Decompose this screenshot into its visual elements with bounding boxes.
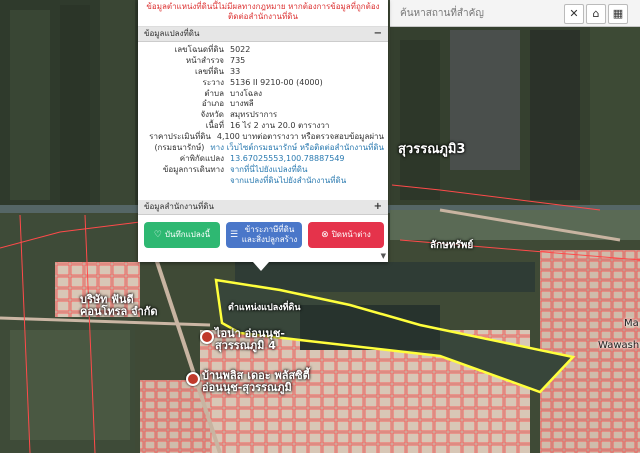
save-parcel-label: บันทึกแปลงนี้ bbox=[164, 230, 211, 239]
land-tax-button[interactable]: ☰ ข้าระภาษีที่ดินและสิ่งปลูกสร้าง bbox=[226, 222, 302, 248]
detail-value: 5022 bbox=[230, 45, 251, 54]
detail-value: 33 bbox=[230, 66, 241, 76]
map-label-company: บริษัท ฟันดี คอนโทรล จำกัด bbox=[80, 293, 158, 318]
action-buttons: ♡ บันทึกแปลงนี้ ☰ ข้าระภาษีที่ดินและสิ่งปล… bbox=[142, 222, 384, 248]
detail-label: ราคาประเมินที่ดิน bbox=[149, 132, 211, 142]
map-label-sap: ลักษทรัพย์ bbox=[430, 240, 474, 251]
map-pin-village2[interactable] bbox=[186, 372, 200, 386]
detail-row: (กรมธนารักษ์) ทาง เว็บไซต์กรมธนารักษ์ หรื… bbox=[142, 143, 384, 154]
detail-value: 735 bbox=[230, 55, 246, 65]
grid-icon[interactable]: ▦ bbox=[608, 4, 628, 24]
map-pin-village1[interactable] bbox=[200, 330, 214, 344]
heart-icon: ♡ bbox=[153, 230, 162, 240]
detail-row: ข้อมูลการเดินทาง จากที่นี่ไปยังแปลงที่ดิน bbox=[142, 165, 384, 176]
directions-to-office-link[interactable]: จากแปลงที่ดินไปยังสำนักงานที่ดิน bbox=[230, 176, 346, 187]
parcel-detail-list: เลขโฉนดที่ดิน 5022 หน้าสำรวจ 735 เลขที่ดิน… bbox=[138, 42, 388, 187]
detail-label: อำเภอ bbox=[201, 99, 224, 109]
detail-row: อำเภอ บางพลี bbox=[142, 99, 384, 110]
close-icon[interactable]: ✕ bbox=[564, 4, 584, 24]
scroll-down-icon[interactable]: ▼ bbox=[381, 252, 386, 260]
list-icon: ☰ bbox=[230, 230, 239, 240]
detail-label: เลขโฉนดที่ดิน bbox=[174, 45, 224, 54]
detail-row: ระวาง 5136 II 9210-00 (4000) bbox=[142, 78, 384, 89]
section-office-title: ข้อมูลสำนักงานที่ดิน bbox=[144, 202, 214, 211]
detail-row: จากแปลงที่ดินไปยังสำนักงานที่ดิน bbox=[142, 176, 384, 187]
directions-to-parcel-link[interactable]: จากที่นี่ไปยังแปลงที่ดิน bbox=[230, 165, 307, 176]
detail-label bbox=[142, 176, 230, 187]
parcel-info-popup: ข้อมูลตำแหน่งที่ดินนี้ไม่มีผลทางกฎหมาย ห… bbox=[138, 0, 388, 262]
detail-label: ระวาง bbox=[202, 77, 224, 87]
detail-row: เลขโฉนดที่ดิน 5022 bbox=[142, 45, 384, 56]
save-parcel-button[interactable]: ♡ บันทึกแปลงนี้ bbox=[144, 222, 220, 248]
close-circle-icon: ⊗ bbox=[321, 230, 329, 240]
detail-value: สมุทรปราการ bbox=[230, 110, 278, 120]
detail-value: บางพลี bbox=[230, 99, 254, 109]
map-label-road: สุวรรณภูมิ3 bbox=[398, 142, 466, 157]
detail-row: หน้าสำรวจ 735 bbox=[142, 56, 384, 67]
map-label-ma: Ma bbox=[624, 318, 639, 329]
detail-value: 4,100 บาทต่อตารางวา หรือตรวจสอบข้อมูลผ่า… bbox=[216, 132, 384, 142]
search-input[interactable]: ค้นหาสถานที่สำคัญ bbox=[400, 6, 484, 21]
map-label-village2: บ้านพลิส เดอะ พลัสซิตี้ อ่อนนุช-สุวรรณภู… bbox=[202, 369, 310, 394]
home-icon[interactable]: ⌂ bbox=[586, 4, 606, 24]
close-window-label: ปิดหน้าต่าง bbox=[331, 230, 371, 239]
detail-row: เลขที่ดิน 33 bbox=[142, 67, 384, 78]
detail-label: หน้าสำรวจ bbox=[185, 55, 224, 65]
detail-label: เลขที่ดิน bbox=[194, 66, 224, 76]
section-office-header[interactable]: ข้อมูลสำนักงานที่ดิน + bbox=[138, 200, 388, 215]
detail-label: จังหวัด bbox=[200, 110, 224, 120]
detail-row: ค่าพิกัดแปลง 13.67025553,100.78887549 bbox=[142, 154, 384, 165]
warning-notice: ข้อมูลตำแหน่งที่ดินนี้ไม่มีผลทางกฎหมาย ห… bbox=[138, 0, 388, 27]
detail-label: ข้อมูลการเดินทาง bbox=[162, 164, 224, 174]
detail-row: จังหวัด สมุทรปราการ bbox=[142, 110, 384, 121]
section-parcel-header[interactable]: ข้อมูลแปลงที่ดิน − bbox=[138, 27, 388, 42]
close-window-button[interactable]: ⊗ ปิดหน้าต่าง bbox=[308, 222, 384, 248]
map-label-village1: ไอน่า อ่อนนุช-สุวรรณภูมิ 4 bbox=[215, 327, 285, 352]
popup-pointer bbox=[253, 262, 269, 271]
detail-value: บางโฉลง bbox=[230, 88, 263, 98]
detail-label: (กรมธนารักษ์) bbox=[154, 143, 205, 153]
expand-icon[interactable]: + bbox=[374, 200, 382, 214]
detail-row: ราคาประเมินที่ดิน 4,100 บาทต่อตารางวา หรื… bbox=[142, 132, 384, 143]
detail-value: 5136 II 9210-00 (4000) bbox=[230, 77, 323, 87]
detail-row: ตำบล บางโฉลง bbox=[142, 89, 384, 100]
detail-row: เนื้อที่ 16 ไร่ 2 งาน 20.0 ตารางวา bbox=[142, 121, 384, 132]
detail-value: 16 ไร่ 2 งาน 20.0 ตารางวา bbox=[230, 121, 330, 131]
collapse-icon[interactable]: − bbox=[374, 27, 382, 41]
land-tax-label: ข้าระภาษีที่ดินและสิ่งปลูกสร้าง bbox=[241, 225, 298, 244]
search-bar[interactable]: ค้นหาสถานที่สำคัญ ✕ ⌂ ▦ bbox=[390, 0, 640, 27]
detail-label: ตำบล bbox=[204, 88, 224, 98]
section-parcel-title: ข้อมูลแปลงที่ดิน bbox=[144, 29, 200, 38]
detail-label: เนื้อที่ bbox=[205, 121, 224, 131]
map-label-parcel: ตำแหน่งแปลงที่ดิน bbox=[228, 303, 301, 313]
detail-label: ค่าพิกัดแปลง bbox=[179, 153, 224, 163]
map-label-wawash: Wawash bbox=[598, 340, 640, 351]
coordinates-link[interactable]: 13.67025553,100.78887549 bbox=[230, 154, 345, 165]
treasury-website-link[interactable]: ทาง เว็บไซต์กรมธนารักษ์ หรือติดต่อสำนักง… bbox=[210, 143, 384, 154]
